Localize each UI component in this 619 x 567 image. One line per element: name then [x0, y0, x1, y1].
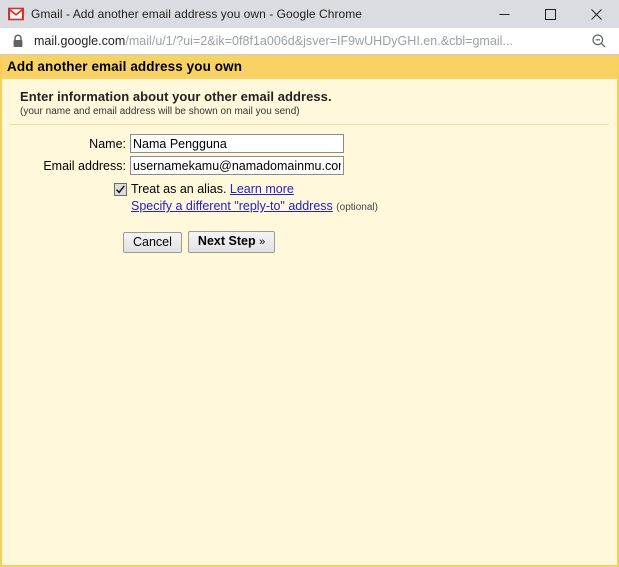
minimize-button[interactable] [481, 0, 527, 28]
alias-text-group: Treat as an alias. Learn more [131, 181, 294, 197]
intro-section: Enter information about your other email… [2, 79, 617, 117]
intro-subtitle: (your name and email address will be sho… [20, 106, 300, 117]
next-step-chevron-icon: » [259, 236, 266, 248]
name-input[interactable] [130, 134, 344, 153]
email-address-form: Name: Email address: Treat as an alias. … [2, 134, 617, 253]
page-content: Add another email address you own Enter … [0, 55, 619, 567]
window-titlebar: Gmail - Add another email address you ow… [0, 0, 619, 28]
browser-toolbar: mail.google.com/mail/u/1/?ui=2&ik=0f8f1a… [0, 28, 619, 55]
page-title: Add another email address you own [7, 59, 243, 74]
address-bar[interactable]: mail.google.com/mail/u/1/?ui=2&ik=0f8f1a… [34, 34, 583, 48]
window-title: Gmail - Add another email address you ow… [31, 7, 363, 21]
zoom-out-icon[interactable] [591, 33, 607, 49]
alias-label: Treat as an alias. [131, 182, 227, 196]
next-step-label: Next Step [197, 234, 256, 248]
url-path: /mail/u/1/?ui=2&ik=0f8f1a006d&jsver=IF9w… [125, 34, 513, 48]
email-address-input[interactable] [130, 156, 344, 175]
cancel-button[interactable]: Cancel [123, 231, 182, 253]
name-field-row: Name: [2, 134, 617, 153]
intro-title: Enter information about your other email… [20, 89, 332, 104]
next-step-button[interactable]: Next Step » [187, 231, 276, 253]
replyto-optional-note: (optional) [336, 202, 378, 213]
treat-as-alias-checkbox[interactable] [114, 183, 127, 196]
chrome-browser-window: Gmail - Add another email address you ow… [0, 0, 619, 567]
window-controls [481, 0, 619, 28]
replyto-row: Specify a different "reply-to" address (… [2, 198, 617, 216]
form-buttons: Cancel Next Step » [2, 231, 617, 253]
lock-icon [13, 34, 23, 47]
close-icon [590, 8, 602, 20]
learn-more-link[interactable]: Learn more [230, 182, 294, 196]
maximize-button[interactable] [527, 0, 573, 28]
name-label: Name: [89, 136, 126, 151]
email-address-label: Email address: [43, 158, 126, 173]
alias-row: Treat as an alias. Learn more [2, 181, 617, 197]
page-header-band: Add another email address you own [2, 55, 617, 79]
url-host: mail.google.com [34, 34, 126, 48]
close-button[interactable] [573, 0, 619, 28]
minimize-icon [499, 13, 509, 15]
gmail-icon [8, 7, 24, 21]
section-divider [10, 124, 609, 125]
specify-reply-to-link[interactable]: Specify a different "reply-to" address [131, 199, 333, 213]
email-field-row: Email address: [2, 156, 617, 175]
maximize-icon [544, 8, 556, 20]
